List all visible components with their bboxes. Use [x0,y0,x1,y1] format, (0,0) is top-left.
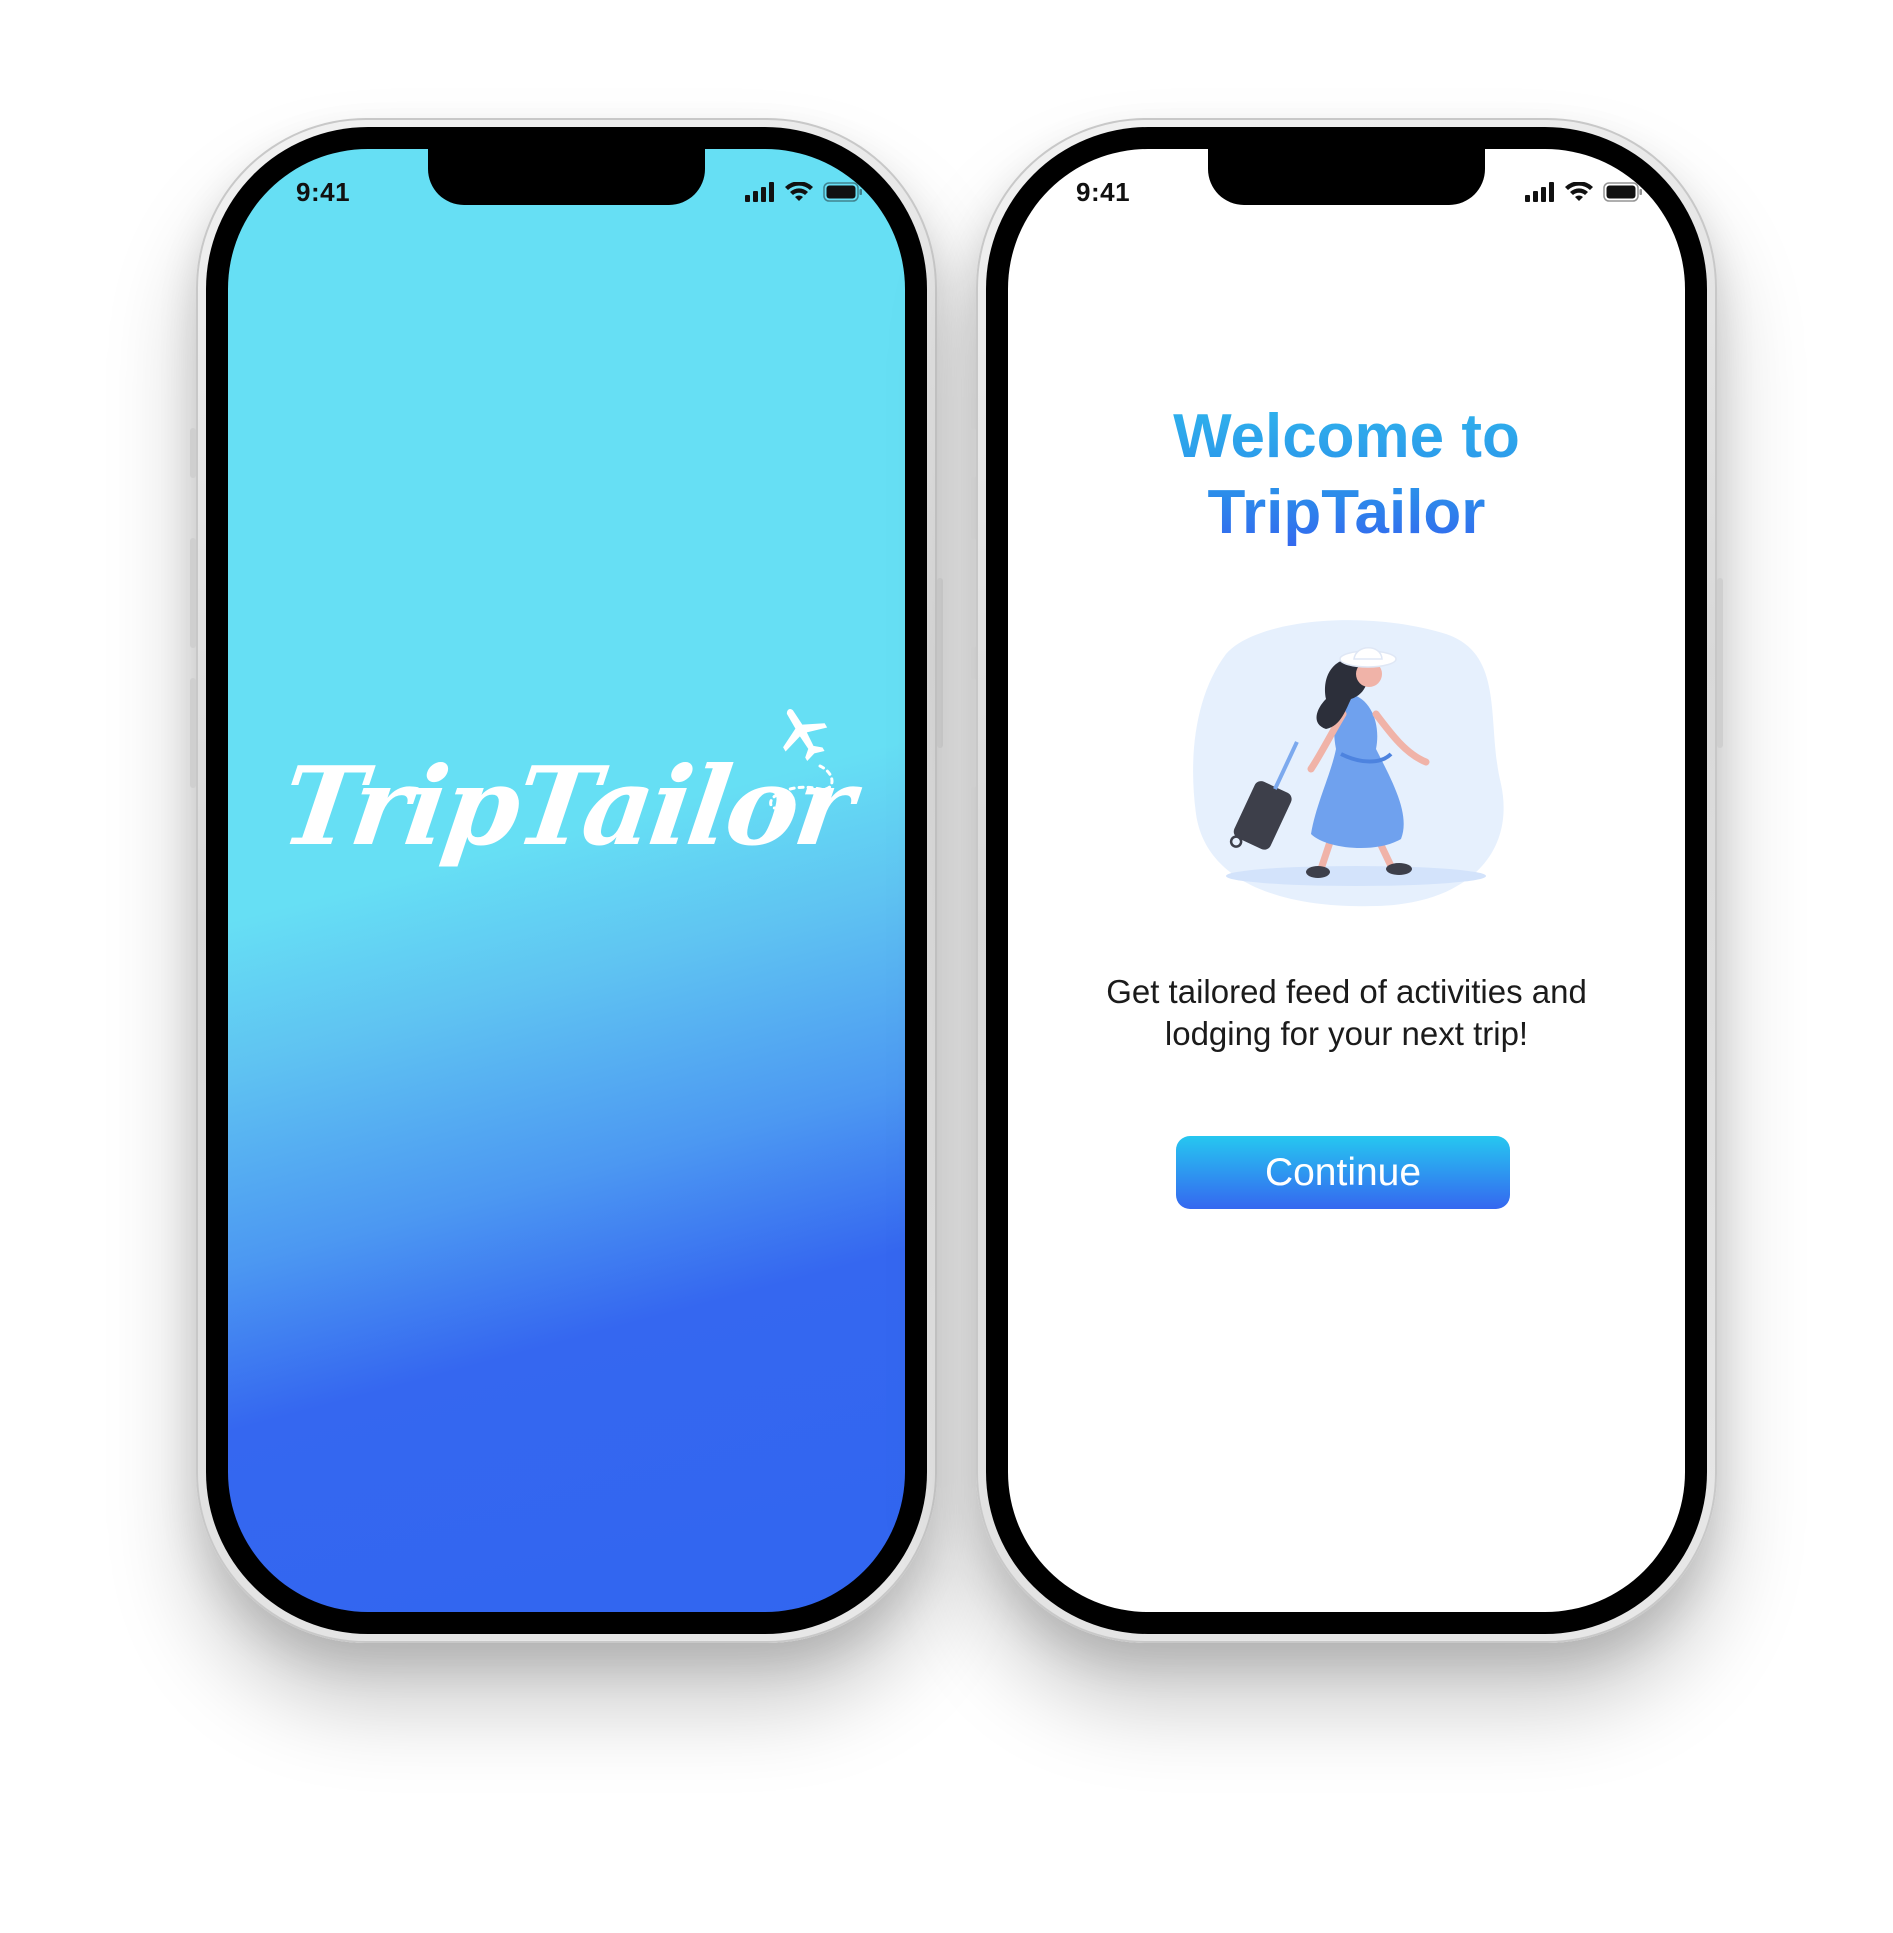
welcome-screen: 9:41 Welcome to TripTailor Get tailored … [1008,149,1685,1612]
splash-logo-text: TripTailor [274,744,859,870]
battery-icon [823,182,862,202]
volume-down-button [970,678,976,788]
phone-welcome: 9:41 Welcome to TripTailor Get tailored … [970,118,1723,1643]
battery-icon [1603,182,1642,202]
welcome-title-line2: TripTailor [1207,478,1486,547]
welcome-title-line1: Welcome to [1173,402,1520,471]
status-time: 9:41 [296,177,351,207]
mute-switch [190,428,196,478]
continue-button[interactable]: Continue [1176,1136,1510,1209]
signal-icon [1525,182,1554,202]
notch [1208,149,1485,205]
status-icons [745,182,863,202]
traveler-illustration [1193,620,1504,907]
power-button [1717,578,1723,748]
signal-icon [745,182,774,202]
welcome-description-line1: Get tailored feed of activities and [1106,973,1587,1010]
wifi-icon [785,182,813,201]
phone-bezel: 9:41 [986,127,1707,1634]
phone-splash: 9:41 TripTailor [190,118,943,1643]
volume-down-button [190,678,196,788]
power-button [937,578,943,748]
volume-up-button [190,538,196,648]
volume-up-button [970,538,976,648]
status-icons [1525,182,1643,202]
welcome-description: Get tailored feed of activities and lodg… [1048,971,1645,1055]
notch [428,149,705,205]
wifi-icon [1565,182,1593,201]
phone-bezel: 9:41 [206,127,927,1634]
splash-screen: 9:41 TripTailor [228,149,905,1612]
status-time: 9:41 [1076,177,1131,207]
welcome-title: Welcome to TripTailor [1008,399,1685,551]
mockup-stage: 9:41 TripTailor 9:41 Welcome to TripTail… [0,0,1893,1933]
welcome-description-line2: lodging for your next trip! [1164,1015,1529,1052]
splash-logo: TripTailor [274,704,859,904]
mute-switch [970,428,976,478]
